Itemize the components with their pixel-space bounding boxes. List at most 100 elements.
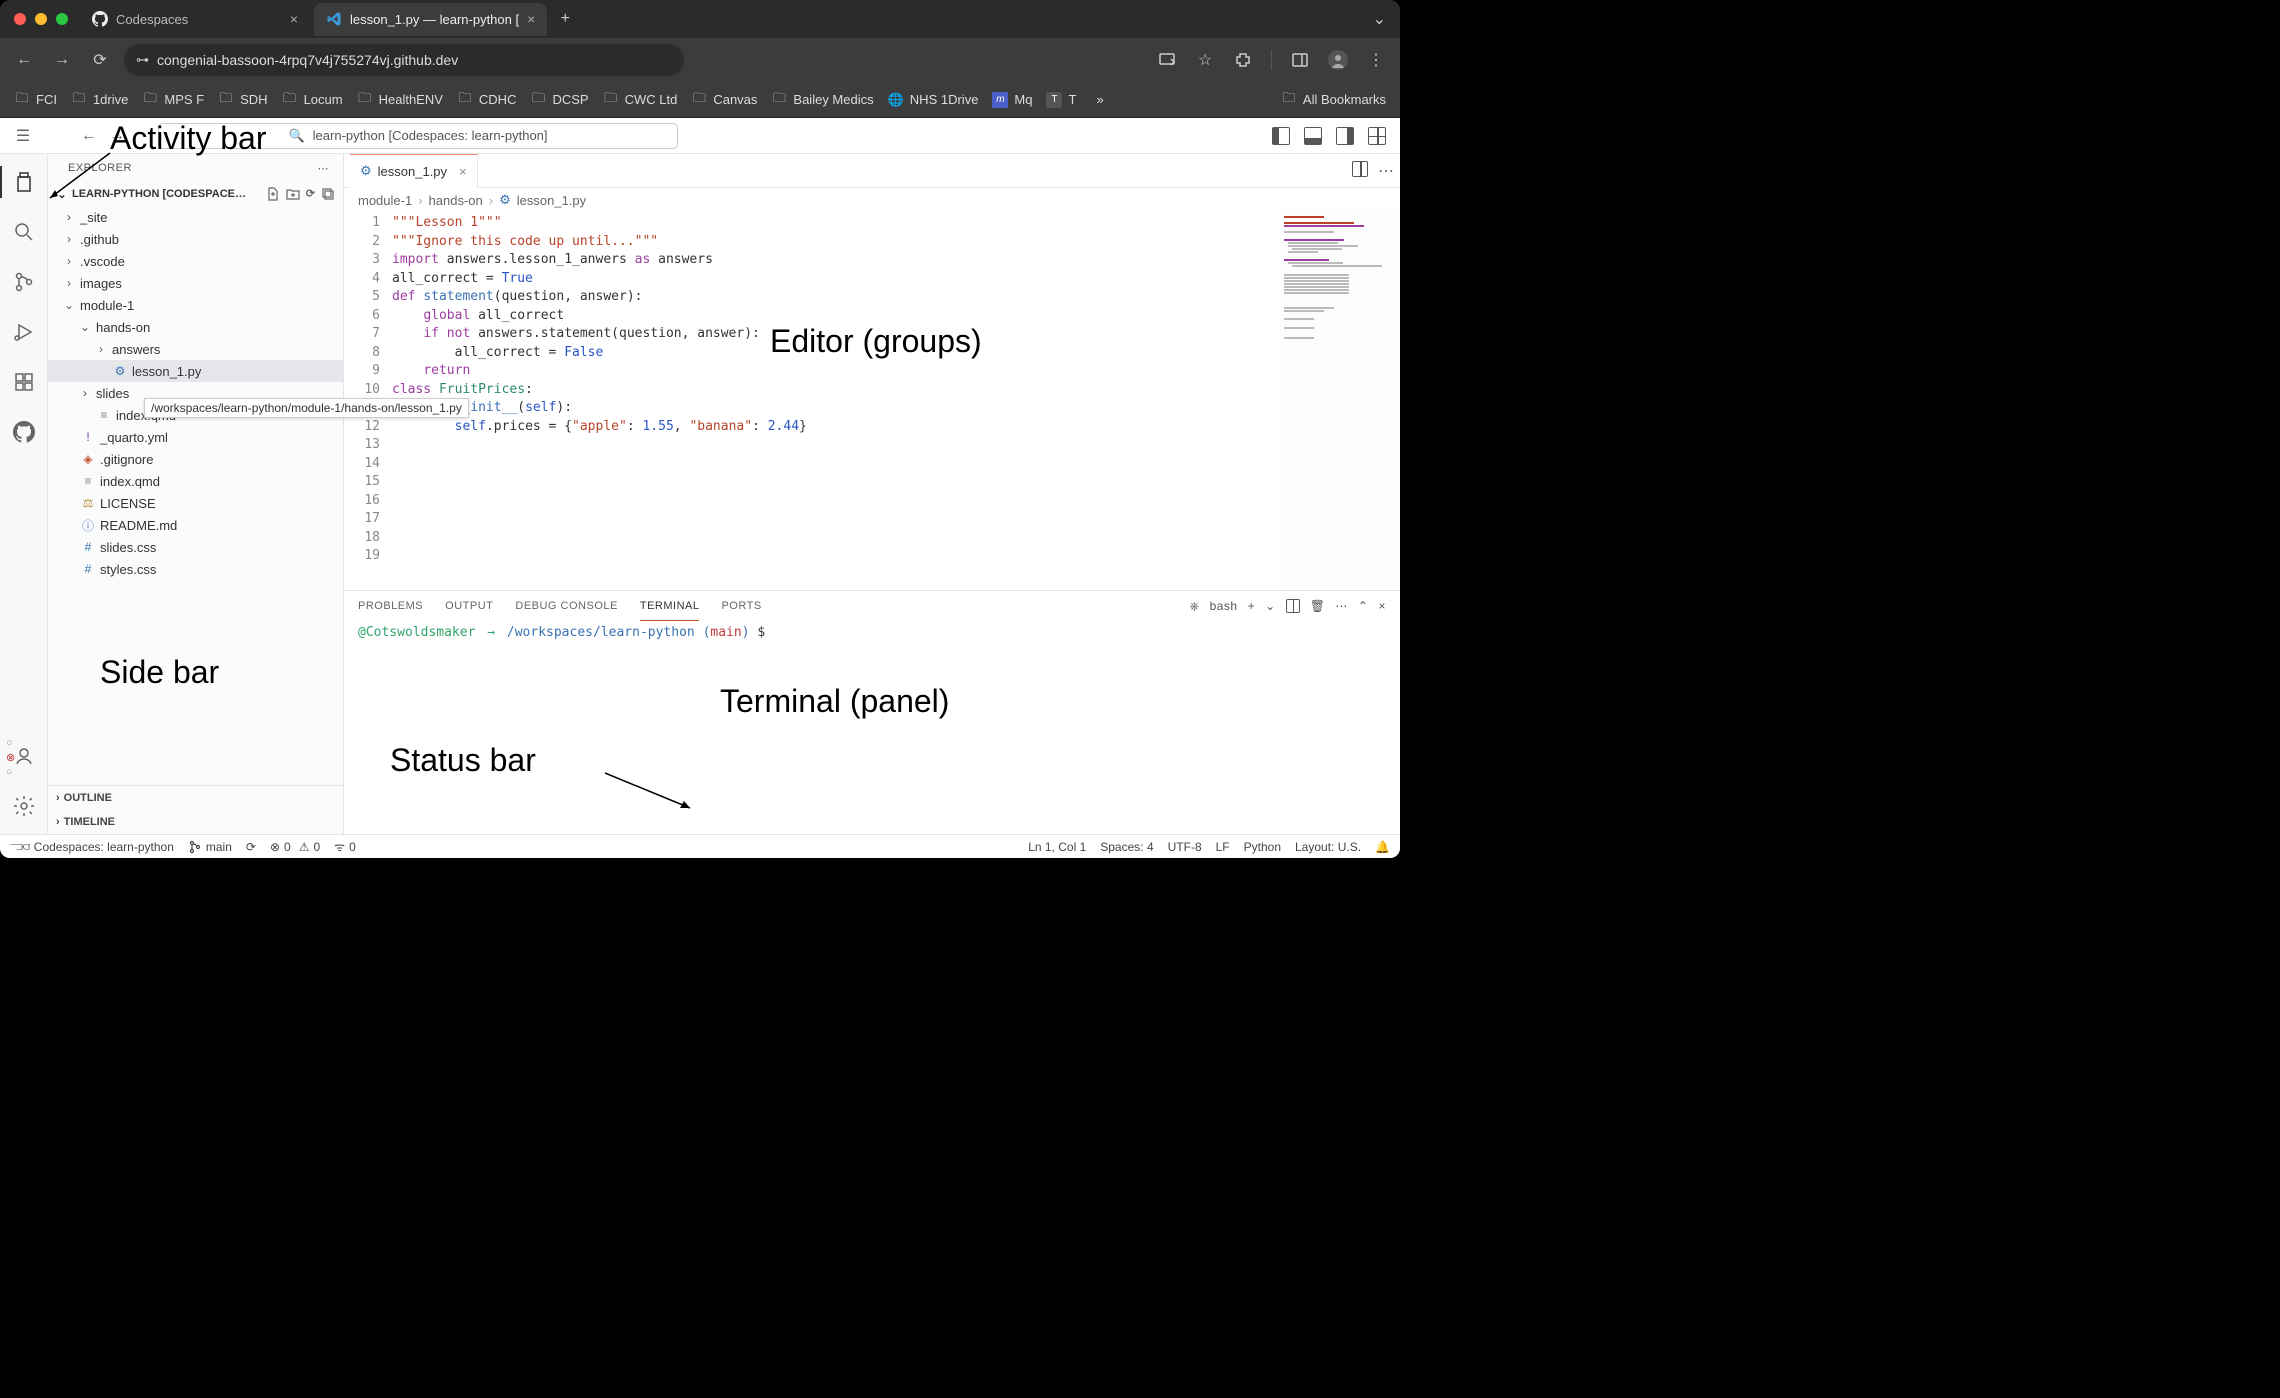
indentation[interactable]: Spaces: 4: [1100, 840, 1153, 854]
panel-tab-output[interactable]: OUTPUT: [445, 591, 493, 621]
terminal-dropdown-icon[interactable]: ⌄: [1265, 599, 1276, 613]
forward-button[interactable]: →: [48, 46, 76, 74]
bookmark-star-icon[interactable]: ☆: [1191, 46, 1219, 74]
file-row[interactable]: ≡index.qmd: [48, 470, 343, 492]
minimize-window-button[interactable]: [35, 13, 47, 25]
file-row[interactable]: !_quarto.yml: [48, 426, 343, 448]
profile-avatar[interactable]: [1324, 46, 1352, 74]
github-view-icon[interactable]: [0, 410, 48, 454]
bookmark-item[interactable]: 🗀CDHC: [457, 92, 517, 108]
nav-back-button[interactable]: ←: [76, 123, 102, 149]
folder-row[interactable]: ›.vscode: [48, 250, 343, 272]
close-tab-icon[interactable]: ×: [527, 11, 535, 27]
notifications-bell-icon[interactable]: 🔔: [1375, 840, 1390, 854]
file-row[interactable]: #styles.css: [48, 558, 343, 580]
site-info-icon[interactable]: ⊶: [136, 52, 149, 68]
menu-button[interactable]: ⋮: [1362, 46, 1390, 74]
source-control-icon[interactable]: [0, 260, 48, 304]
bookmark-item[interactable]: 🗀HealthENV: [357, 92, 443, 108]
settings-gear-icon[interactable]: [0, 784, 48, 828]
layout-left-icon[interactable]: [1268, 123, 1294, 149]
new-tab-button[interactable]: +: [551, 5, 579, 33]
bookmarks-overflow[interactable]: »: [1096, 92, 1103, 107]
editor-tab[interactable]: ⚙ lesson_1.py ×: [350, 154, 478, 188]
bookmark-item[interactable]: 🗀FCI: [14, 92, 57, 108]
sync-button[interactable]: ⟳: [246, 840, 256, 854]
folder-row[interactable]: ⌄module-1: [48, 294, 343, 316]
layout-right-icon[interactable]: [1332, 123, 1358, 149]
minimap[interactable]: [1280, 212, 1400, 590]
menu-icon[interactable]: ☰: [10, 123, 36, 149]
back-button[interactable]: ←: [10, 46, 38, 74]
folder-row[interactable]: ⌄hands-on: [48, 316, 343, 338]
folder-header[interactable]: ⌄ LEARN-PYTHON [CODESPACE… ⟳: [48, 182, 343, 206]
remote-indicator[interactable]: ⫎⫏ Codespaces: learn-python: [10, 839, 174, 854]
problems-count[interactable]: ⊗0 ⚠0: [270, 840, 320, 854]
all-bookmarks[interactable]: 🗀 All Bookmarks: [1281, 92, 1386, 108]
bookmark-item[interactable]: 🗀Bailey Medics: [771, 92, 873, 108]
folder-row[interactable]: ›_site: [48, 206, 343, 228]
close-tab-icon[interactable]: ×: [459, 164, 467, 179]
search-view-icon[interactable]: [0, 210, 48, 254]
panel-maximize-icon[interactable]: ⌃: [1358, 599, 1369, 613]
git-branch[interactable]: main: [188, 840, 232, 854]
sidepanel-icon[interactable]: [1286, 46, 1314, 74]
close-window-button[interactable]: [14, 13, 26, 25]
bookmark-item[interactable]: 🌐NHS 1Drive: [888, 92, 979, 108]
new-terminal-button[interactable]: +: [1248, 599, 1256, 613]
panel-more-icon[interactable]: ⋯: [1335, 599, 1348, 613]
reload-button[interactable]: ⟳: [86, 46, 114, 74]
run-debug-icon[interactable]: [0, 310, 48, 354]
panel-tab-debug-console[interactable]: DEBUG CONSOLE: [515, 591, 617, 621]
window-controls[interactable]: [8, 13, 76, 25]
editor-more-icon[interactable]: ⋯: [1378, 161, 1394, 181]
extensions-view-icon[interactable]: [0, 360, 48, 404]
layout-bottom-icon[interactable]: [1300, 123, 1326, 149]
file-row[interactable]: ⚙lesson_1.py: [48, 360, 343, 382]
install-app-icon[interactable]: [1153, 46, 1181, 74]
terminal[interactable]: @Cotswoldsmaker → /workspaces/learn-pyth…: [344, 621, 1400, 834]
code-editor[interactable]: 12345678910111213141516171819 """Lesson …: [344, 212, 1400, 590]
url-bar[interactable]: ⊶ congenial-bassoon-4rpq7v4j755274vj.git…: [124, 44, 684, 76]
bookmark-item[interactable]: 🗀Locum: [282, 92, 343, 108]
maximize-window-button[interactable]: [56, 13, 68, 25]
folder-row[interactable]: ›images: [48, 272, 343, 294]
folder-row[interactable]: ›answers: [48, 338, 343, 360]
bookmark-item[interactable]: TT: [1046, 92, 1076, 108]
sidebar-more-icon[interactable]: ⋯: [318, 162, 330, 175]
bookmark-item[interactable]: 🗀DCSP: [530, 92, 588, 108]
panel-tab-terminal[interactable]: TERMINAL: [640, 591, 700, 621]
timeline-section[interactable]: ›TIMELINE: [48, 810, 343, 834]
kill-terminal-icon[interactable]: 🗑: [1310, 599, 1326, 613]
panel-tab-ports[interactable]: PORTS: [721, 591, 761, 621]
bookmark-item[interactable]: 🗀SDH: [218, 92, 267, 108]
new-file-icon[interactable]: [266, 187, 280, 201]
outline-section[interactable]: ›OUTLINE: [48, 786, 343, 810]
nav-forward-button[interactable]: →: [104, 123, 130, 149]
panel-close-icon[interactable]: ×: [1378, 599, 1386, 613]
eol[interactable]: LF: [1216, 840, 1230, 854]
layout-customize-icon[interactable]: [1364, 123, 1390, 149]
file-row[interactable]: ⓘREADME.md: [48, 514, 343, 536]
file-row[interactable]: #slides.css: [48, 536, 343, 558]
ports-count[interactable]: ᯤ0: [334, 838, 356, 855]
file-row[interactable]: ◈.gitignore: [48, 448, 343, 470]
language-mode[interactable]: Python: [1244, 840, 1281, 854]
command-center[interactable]: 🔍 learn-python [Codespaces: learn-python…: [158, 123, 678, 149]
bookmark-item[interactable]: 🗀1drive: [71, 92, 128, 108]
tab-overflow-button[interactable]: ⌄: [1373, 9, 1386, 29]
browser-tab-codespaces[interactable]: Codespaces ×: [80, 3, 310, 36]
folder-row[interactable]: ›.github: [48, 228, 343, 250]
browser-tab-vscode[interactable]: lesson_1.py — learn-python [ ×: [314, 3, 547, 36]
breadcrumb[interactable]: module-1› hands-on› ⚙ lesson_1.py: [344, 188, 1400, 212]
new-folder-icon[interactable]: [286, 187, 300, 201]
split-editor-icon[interactable]: [1352, 161, 1368, 181]
keyboard-layout[interactable]: Layout: U.S.: [1295, 840, 1361, 854]
bookmark-item[interactable]: 🗀Canvas: [691, 92, 757, 108]
refresh-icon[interactable]: ⟳: [306, 187, 315, 201]
collapse-all-icon[interactable]: [321, 187, 335, 201]
explorer-view-icon[interactable]: [0, 160, 48, 204]
file-row[interactable]: ⚖LICENSE: [48, 492, 343, 514]
split-terminal-icon[interactable]: [1286, 599, 1300, 613]
cursor-position[interactable]: Ln 1, Col 1: [1028, 840, 1086, 854]
